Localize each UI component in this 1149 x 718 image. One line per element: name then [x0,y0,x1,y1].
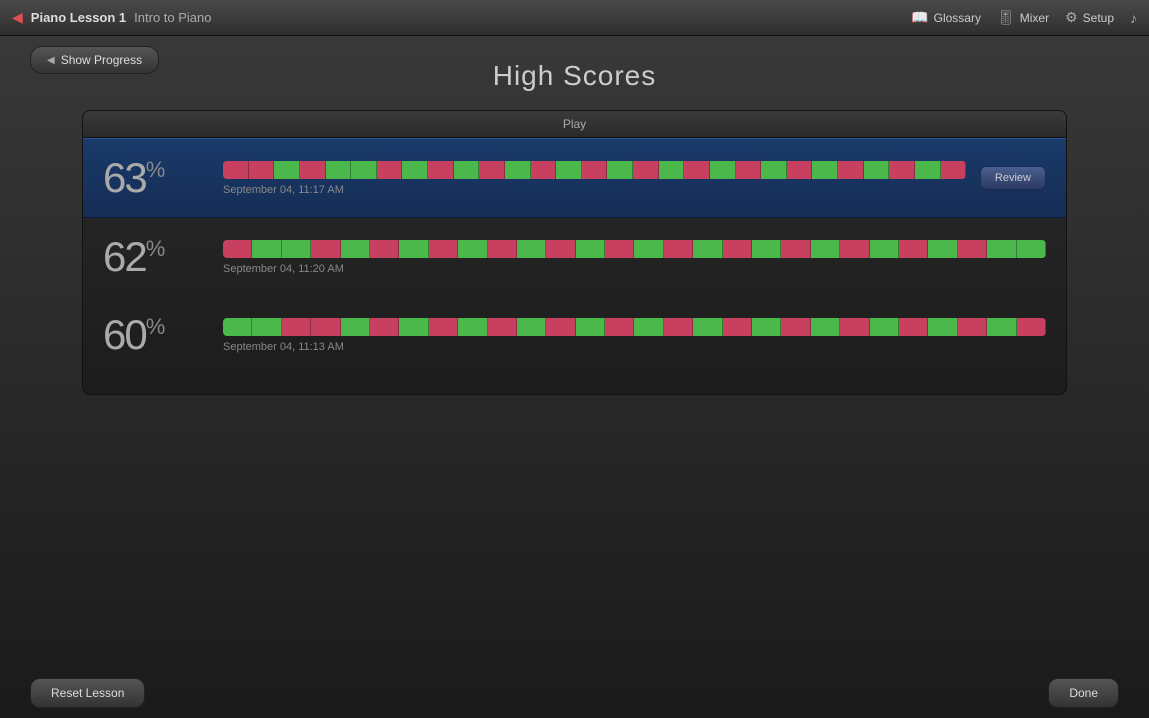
progress-bar-1 [223,161,966,179]
setup-nav[interactable]: ⚙ Setup [1065,9,1114,26]
score-percent-1: 63% [103,157,213,199]
show-progress-button[interactable]: Show Progress [30,46,159,74]
score-date-3: September 04, 11:13 AM [223,341,1046,353]
title-bar: ◀ Piano Lesson 1 Intro to Piano 📖 Glossa… [0,0,1149,36]
mixer-nav[interactable]: 🎚 Mixer [997,9,1049,26]
score-bar-section-2: September 04, 11:20 AM [223,240,1046,275]
main-content: Show Progress High Scores Play 63% Septe… [0,36,1149,395]
glossary-icon: 📖 [911,9,928,26]
glossary-nav[interactable]: 📖 Glossary [911,9,981,26]
lesson-subtitle: Intro to Piano [134,10,211,25]
score-date-2: September 04, 11:20 AM [223,263,1046,275]
title-bar-right: 📖 Glossary 🎚 Mixer ⚙ Setup ♪ [911,9,1137,26]
progress-bar-2 [223,240,1046,258]
glossary-label: Glossary [934,11,981,25]
score-row-1: 63% September 04, 11:17 AM Review [83,138,1066,218]
mixer-label: Mixer [1020,11,1049,25]
music-nav[interactable]: ♪ [1130,10,1137,26]
score-bar-section-3: September 04, 11:13 AM [223,318,1046,353]
setup-icon: ⚙ [1065,9,1078,26]
score-percent-3: 60% [103,314,213,356]
review-button-1[interactable]: Review [980,166,1046,190]
reset-lesson-button[interactable]: Reset Lesson [30,678,145,708]
setup-label: Setup [1083,11,1114,25]
score-row-2: 62% September 04, 11:20 AM [83,218,1066,296]
music-icon: ♪ [1130,10,1137,26]
score-percent-2: 62% [103,236,213,278]
progress-bar-3 [223,318,1046,336]
lesson-title: Piano Lesson 1 [31,10,126,25]
tab-header: Play [83,111,1066,138]
score-bar-section-1: September 04, 11:17 AM [223,161,966,196]
score-date-1: September 04, 11:17 AM [223,184,966,196]
score-row-3: 60% September 04, 11:13 AM [83,296,1066,374]
mixer-icon: 🎚 [997,9,1015,26]
done-button[interactable]: Done [1048,678,1119,708]
title-bar-left: ◀ Piano Lesson 1 Intro to Piano [12,9,211,26]
bottom-bar: Reset Lesson Done [0,668,1149,718]
scores-container: Play 63% September 04, 11:17 AM Review 6… [82,110,1067,395]
page-title: High Scores [493,60,657,92]
back-arrow-icon[interactable]: ◀ [12,9,23,26]
